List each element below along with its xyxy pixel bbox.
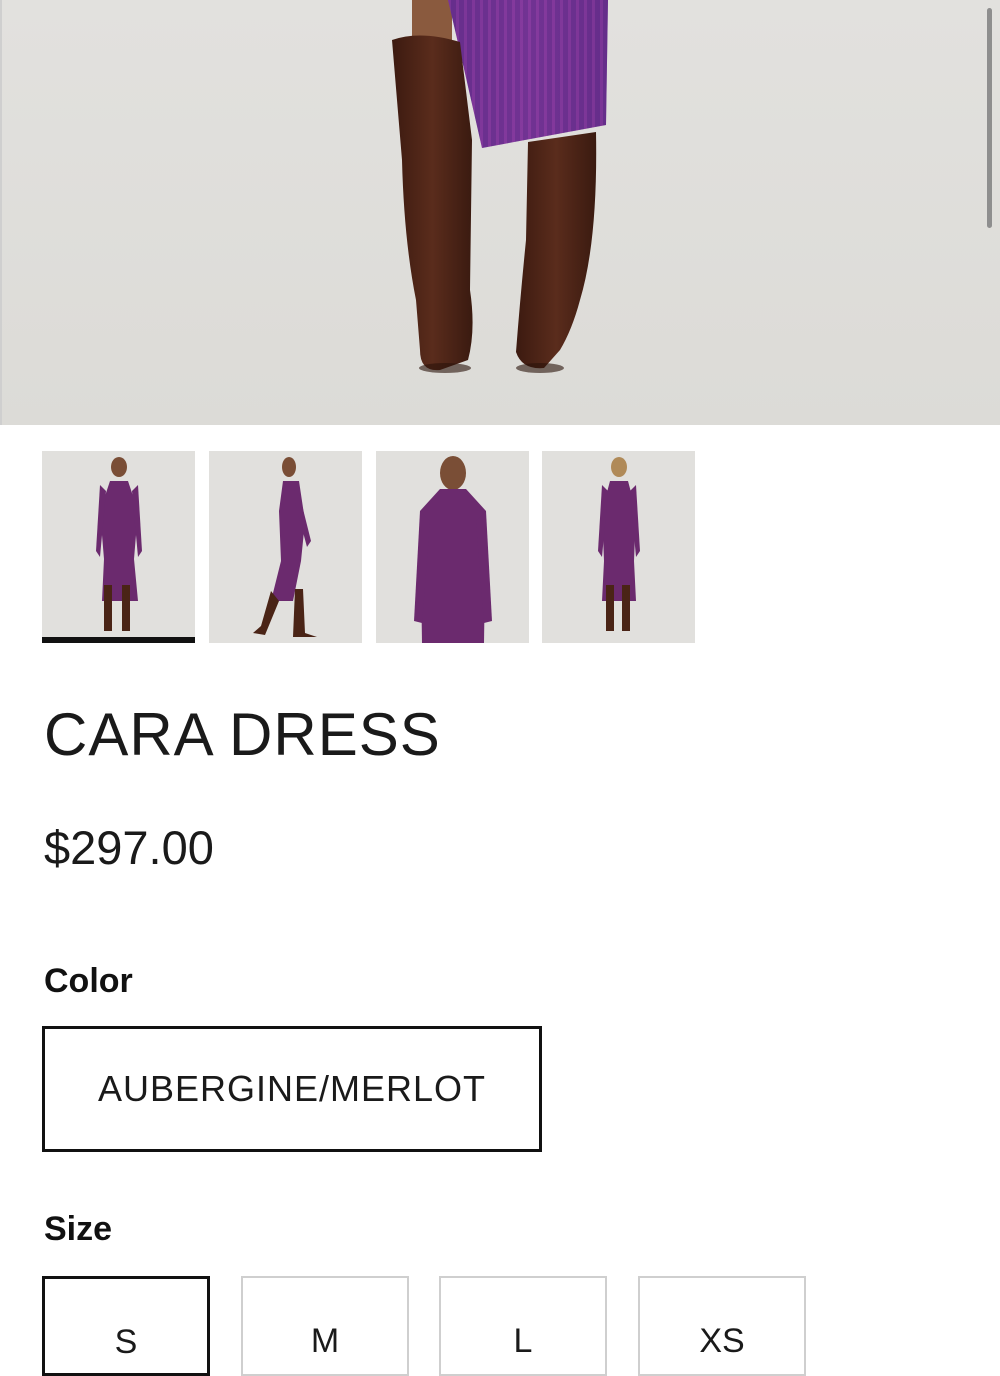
scrollbar-thumb[interactable]	[987, 8, 992, 228]
thumbnail-side[interactable]	[209, 451, 362, 643]
thumbnail-front[interactable]	[42, 451, 195, 643]
size-option-label: M	[310, 1322, 340, 1360]
size-label: Size	[44, 1210, 113, 1248]
thumbnail-back[interactable]	[542, 451, 695, 643]
thumbnail-image	[209, 451, 362, 643]
thumbnail-image	[376, 451, 529, 643]
size-option-label: XS	[699, 1322, 745, 1360]
product-photo	[392, 0, 608, 373]
product-title: CARA DRESS	[44, 701, 441, 768]
size-option-label: L	[513, 1322, 533, 1360]
color-option-label: AUBERGINE/MERLOT	[97, 1068, 487, 1109]
thumbnail-image	[542, 451, 695, 643]
size-option-label: S	[114, 1323, 138, 1361]
size-option-l[interactable]: L	[439, 1276, 607, 1376]
color-label: Color	[44, 962, 133, 1000]
product-main-image[interactable]	[0, 0, 1000, 425]
image-left-edge	[0, 0, 2, 425]
color-option-aubergine-merlot[interactable]: AUBERGINE/MERLOT	[42, 1026, 542, 1152]
thumbnail-closeup[interactable]	[376, 451, 529, 643]
size-option-m[interactable]: M	[241, 1276, 409, 1376]
size-option-s[interactable]: S	[42, 1276, 210, 1376]
size-option-xs[interactable]: XS	[638, 1276, 806, 1376]
thumbnail-image	[42, 451, 195, 643]
product-price: $297.00	[44, 821, 214, 874]
